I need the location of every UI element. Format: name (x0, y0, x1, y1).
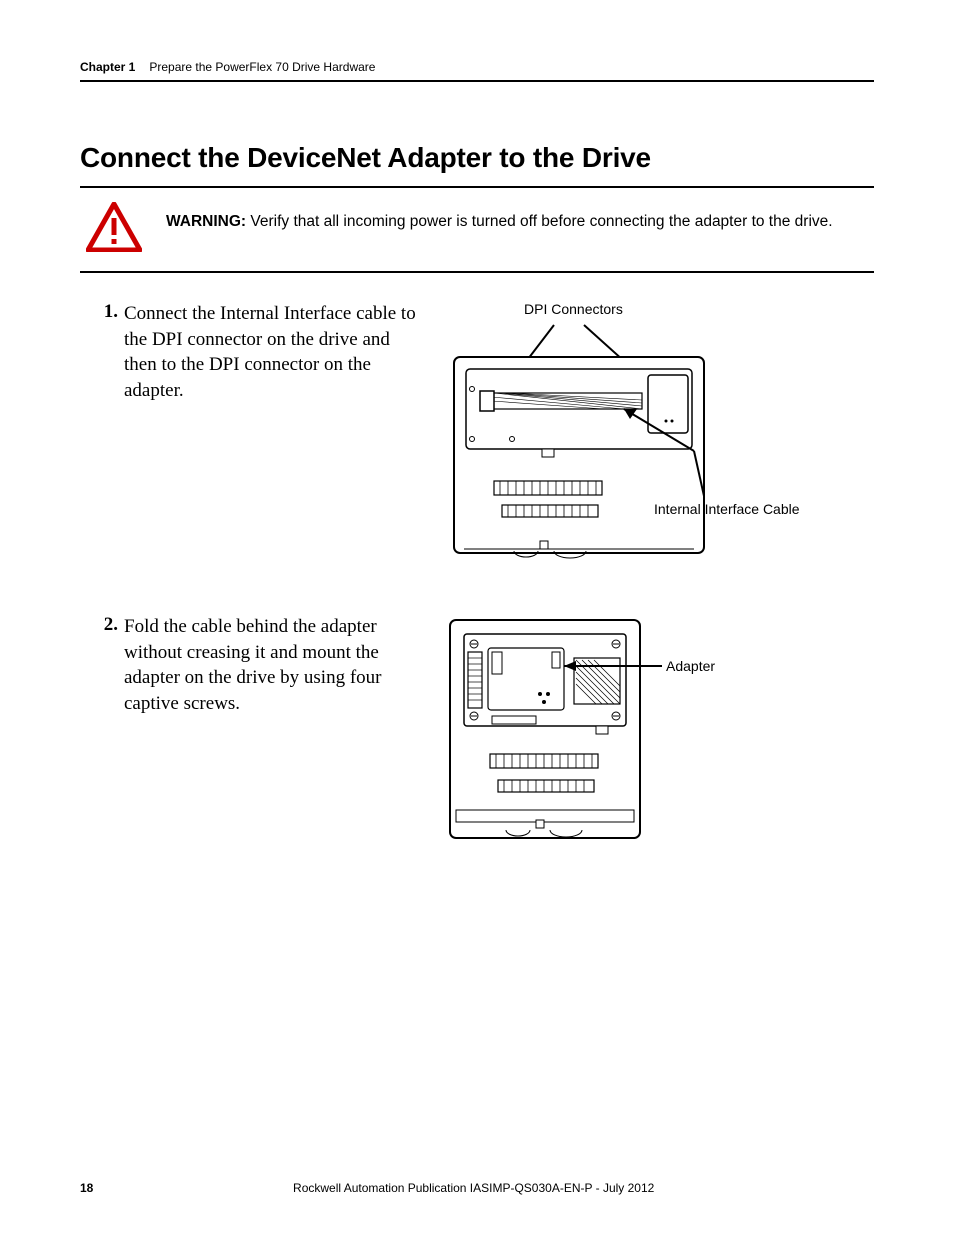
drive-diagram-icon (444, 301, 864, 561)
warning-box: WARNING: Verify that all incoming power … (80, 188, 874, 273)
steps-list: 1. Connect the Internal Interface cable … (80, 301, 874, 864)
section-title: Connect the DeviceNet Adapter to the Dri… (80, 142, 874, 174)
drive-diagram-icon (444, 614, 784, 854)
label-dpi-connectors: DPI Connectors (524, 301, 623, 317)
publication-id: Rockwell Automation Publication IASIMP-Q… (293, 1181, 654, 1195)
page-footer: 18 Rockwell Automation Publication IASIM… (80, 1181, 874, 1195)
warning-text: WARNING: Verify that all incoming power … (166, 202, 833, 233)
page: Chapter 1 Prepare the PowerFlex 70 Drive… (0, 0, 954, 1235)
warning-icon (86, 202, 142, 257)
label-internal-interface-cable: Internal Interface Cable (654, 501, 800, 517)
step-2: 2. Fold the cable behind the adapter wit… (80, 614, 874, 864)
label-adapter: Adapter (666, 658, 715, 674)
step-figure-1: DPI Connectors (444, 301, 874, 566)
running-header: Chapter 1 Prepare the PowerFlex 70 Drive… (80, 60, 874, 82)
chapter-title: Prepare the PowerFlex 70 Drive Hardware (149, 60, 375, 74)
step-number: 2. (80, 614, 124, 636)
warning-body: Verify that all incoming power is turned… (250, 213, 832, 230)
step-text: Connect the Internal Interface cable to … (124, 301, 424, 566)
warning-label: WARNING: (166, 213, 246, 230)
step-text: Fold the cable behind the adapter withou… (124, 614, 424, 864)
chapter-label: Chapter 1 (80, 60, 135, 74)
step-figure-2: Adapter (444, 614, 874, 864)
step-1: 1. Connect the Internal Interface cable … (80, 301, 874, 566)
step-number: 1. (80, 301, 124, 323)
page-number: 18 (80, 1181, 93, 1195)
